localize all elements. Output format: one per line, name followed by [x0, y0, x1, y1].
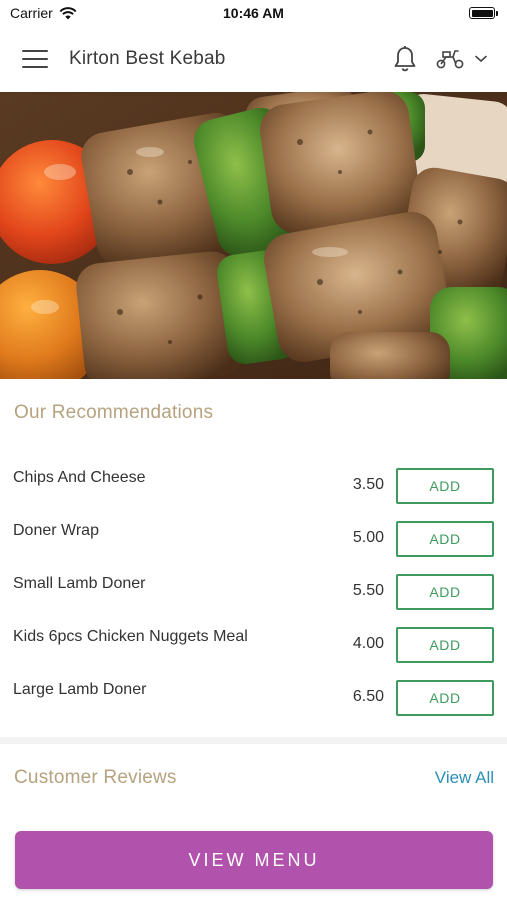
menu-icon[interactable]	[22, 50, 48, 68]
list-item: Chips And Cheese 3.50 ADD	[0, 460, 507, 513]
add-button[interactable]: ADD	[396, 521, 494, 557]
header-actions	[393, 45, 487, 73]
add-button[interactable]: ADD	[396, 680, 494, 716]
app-header: Kirton Best Kebab	[0, 26, 507, 92]
list-item: Kids 6pcs Chicken Nuggets Meal 4.00 ADD	[0, 619, 507, 672]
chevron-down-icon	[475, 55, 487, 63]
wifi-icon	[59, 6, 77, 19]
bell-icon	[394, 46, 416, 72]
status-bar: Carrier 10:46 AM	[0, 0, 507, 26]
add-button[interactable]: ADD	[396, 627, 494, 663]
item-price: 6.50	[352, 688, 384, 705]
app-screen: Carrier 10:46 AM Kirton Best Kebab Our R…	[0, 0, 507, 900]
item-price: 5.00	[352, 529, 384, 546]
hero-food-image	[0, 92, 507, 379]
item-name: Doner Wrap	[13, 522, 99, 539]
item-price: 4.00	[352, 635, 384, 652]
delivery-mode-selector[interactable]	[435, 48, 487, 70]
recommendations-list: Chips And Cheese 3.50 ADD Doner Wrap 5.0…	[0, 460, 507, 725]
item-name: Kids 6pcs Chicken Nuggets Meal	[13, 628, 248, 645]
carrier-label: Carrier	[10, 5, 53, 21]
notifications-button[interactable]	[393, 45, 417, 73]
add-button[interactable]: ADD	[396, 468, 494, 504]
item-price: 5.50	[352, 582, 384, 599]
list-item: Small Lamb Doner 5.50 ADD	[0, 566, 507, 619]
status-left: Carrier	[10, 5, 77, 21]
restaurant-title: Kirton Best Kebab	[69, 48, 226, 69]
item-name: Small Lamb Doner	[13, 575, 146, 592]
item-price: 3.50	[352, 476, 384, 493]
reviews-title: Customer Reviews	[14, 767, 177, 788]
item-name: Large Lamb Doner	[13, 681, 147, 698]
add-button[interactable]: ADD	[396, 574, 494, 610]
view-menu-button[interactable]: VIEW MENU	[15, 831, 493, 889]
view-all-reviews-link[interactable]: View All	[435, 768, 494, 788]
list-item: Large Lamb Doner 6.50 ADD	[0, 672, 507, 725]
list-item: Doner Wrap 5.00 ADD	[0, 513, 507, 566]
recommendations-title: Our Recommendations	[14, 402, 214, 423]
battery-icon	[469, 7, 498, 19]
item-name: Chips And Cheese	[13, 469, 146, 486]
scooter-icon	[436, 50, 464, 69]
section-divider	[0, 737, 507, 744]
